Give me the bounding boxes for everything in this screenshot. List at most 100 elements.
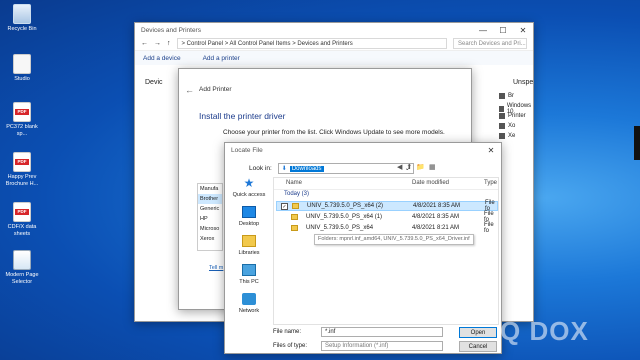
pdf-icon: [13, 152, 31, 172]
list-header: Manufa: [200, 186, 219, 192]
files-of-type-dropdown[interactable]: Setup Information (*.inf): [321, 341, 443, 351]
close-button[interactable]: ✕: [481, 146, 501, 155]
computer-icon: [242, 264, 256, 276]
file-date: 4/8/2021 8:35 AM: [413, 203, 461, 209]
look-in-row: Look in: ⬇ Downloads ⌄: [249, 163, 414, 174]
instructions-text: Choose your printer from the list. Click…: [223, 129, 445, 136]
desktop-icon-data-sheets[interactable]: CDF/X data sheets: [2, 202, 42, 237]
desktop-icon-page-selector[interactable]: Modern Page Selector: [2, 250, 42, 285]
file-name: UNIV_5.739.5.0_PS_x64 (1): [306, 214, 383, 220]
folder-icon: [291, 225, 298, 231]
device-item[interactable]: Printer: [499, 113, 526, 119]
list-item[interactable]: Generic: [198, 204, 222, 214]
view-menu-icon[interactable]: ▦: [429, 163, 436, 171]
section-unspecified-heading: Unspe: [513, 79, 534, 86]
network-icon: [242, 293, 256, 305]
folder-tooltip: Folders: mpnrl.inf_amd64, UNIV_5.739.5.0…: [314, 234, 474, 245]
manufacturer-list[interactable]: Manufa Brother Generic HP Microso Xerox: [197, 183, 223, 251]
list-item[interactable]: Brother: [198, 194, 222, 204]
file-row[interactable]: ✓ UNIV_5.739.5.0_PS_x64 (2) 4/8/2021 8:3…: [276, 200, 498, 212]
minimize-button[interactable]: —: [473, 26, 493, 35]
command-bar: Add a device Add a printer: [135, 51, 533, 65]
pdf-icon: [13, 202, 31, 222]
file-name: UNIV_5.739.5.0_PS_x64: [306, 225, 374, 231]
address-bar: ← → ↑ > Control Panel > All Control Pane…: [135, 37, 533, 51]
breadcrumb[interactable]: > Control Panel > All Control Panel Item…: [176, 38, 447, 49]
back-arrow-icon[interactable]: ←: [185, 85, 194, 95]
add-printer-button[interactable]: Add a printer: [203, 55, 240, 62]
desktop-icon-recycle-bin[interactable]: Recycle Bin: [2, 4, 42, 33]
desktop-icon-label: Happy Prev Brochure H...: [5, 174, 39, 187]
list-item[interactable]: Xerox: [198, 234, 222, 244]
folder-icon: [292, 203, 299, 209]
file-row[interactable]: UNIV_5.739.5.0_PS_x64 4/8/2021 8:21 AM F…: [276, 222, 498, 234]
list-item[interactable]: Microso: [198, 224, 222, 234]
device-item[interactable]: Br: [499, 93, 514, 99]
application-icon: [13, 250, 31, 270]
window-title: Devices and Printers: [141, 26, 201, 34]
wizard-title: Add Printer: [199, 86, 232, 93]
printer-icon: [499, 113, 505, 119]
desktop-icon-label: Modern Page Selector: [5, 272, 39, 285]
file-date: 4/8/2021 8:21 AM: [412, 225, 460, 231]
place-network[interactable]: Network: [231, 293, 267, 314]
locate-file-dialog: Locate File ✕ Look in: ⬇ Downloads ⌄ ◀ ⬆…: [224, 142, 502, 354]
desktop-icon-label: CDF/X data sheets: [7, 224, 37, 237]
back-icon[interactable]: ◀: [397, 163, 402, 171]
desktop-icon: [242, 206, 256, 218]
recycle-bin-icon: [13, 4, 31, 24]
look-in-dropdown[interactable]: ⬇ Downloads ⌄: [277, 163, 414, 174]
dialog-title: Locate File: [231, 146, 263, 154]
libraries-icon: [242, 235, 256, 247]
printer-icon: [499, 133, 505, 139]
list-item[interactable]: HP: [198, 214, 222, 224]
file-date: 4/8/2021 8:35 AM: [412, 214, 460, 220]
back-arrow-icon[interactable]: ←: [141, 40, 148, 47]
places-bar: ★ Quick access Desktop Libraries This PC …: [231, 177, 267, 322]
add-device-button[interactable]: Add a device: [143, 55, 181, 62]
file-list[interactable]: Name Date modified Type Today (3) ✓ UNIV…: [273, 177, 499, 325]
forward-arrow-icon[interactable]: →: [154, 40, 161, 47]
close-button[interactable]: ✕: [513, 26, 533, 35]
column-headers: Name Date modified Type: [274, 178, 498, 190]
desktop-icon-brochure[interactable]: Happy Prev Brochure H...: [2, 152, 42, 187]
device-item[interactable]: Xo: [499, 123, 515, 129]
up-arrow-icon[interactable]: ↑: [167, 40, 171, 47]
files-of-type-label: Files of type:: [273, 343, 308, 349]
checkbox-icon[interactable]: ✓: [281, 202, 288, 210]
place-quick-access[interactable]: ★ Quick access: [231, 177, 267, 198]
file-row[interactable]: UNIV_5.739.5.0_PS_x64 (1) 4/8/2021 8:35 …: [276, 211, 498, 223]
place-desktop[interactable]: Desktop: [231, 206, 267, 227]
pdf-icon: [13, 102, 31, 122]
navigation-toolbar: ◀ ⬆ 📁 ▦: [397, 163, 436, 171]
file-name-input[interactable]: *.inf: [321, 327, 443, 337]
group-header[interactable]: Today (3): [284, 191, 309, 197]
file-type: File fo: [484, 222, 494, 234]
folder-icon: [291, 214, 298, 220]
printer-icon: [499, 93, 505, 99]
device-item[interactable]: Xe: [499, 133, 515, 139]
place-libraries[interactable]: Libraries: [231, 235, 267, 256]
printer-icon: [499, 123, 505, 129]
up-folder-icon[interactable]: ⬆: [406, 163, 412, 171]
column-date-modified[interactable]: Date modified: [412, 180, 449, 186]
column-type[interactable]: Type: [484, 180, 497, 186]
search-input[interactable]: Search Devices and Pri...: [453, 38, 527, 49]
desktop-icon-label: Studio: [14, 76, 30, 82]
file-icon: [13, 54, 31, 74]
column-name[interactable]: Name: [286, 180, 302, 186]
desktop-icon-pc372[interactable]: PC372 blank sp...: [2, 102, 42, 137]
file-name: UNIV_5.739.5.0_PS_x64 (2): [307, 203, 384, 209]
cancel-button[interactable]: Cancel: [459, 341, 497, 352]
new-folder-icon[interactable]: 📁: [416, 163, 425, 171]
open-button[interactable]: Open: [459, 327, 497, 338]
file-name-label: File name:: [273, 329, 302, 335]
star-icon: ★: [243, 176, 255, 190]
maximize-button[interactable]: ☐: [493, 26, 513, 35]
tell-me-link[interactable]: Tell m: [209, 265, 223, 271]
download-icon: ⬇: [281, 166, 287, 172]
desktop-icon-studio[interactable]: Studio: [2, 54, 42, 83]
desktop-icon-label: Recycle Bin: [7, 26, 37, 32]
place-this-pc[interactable]: This PC: [231, 264, 267, 285]
page-heading: Install the printer driver: [199, 111, 286, 121]
